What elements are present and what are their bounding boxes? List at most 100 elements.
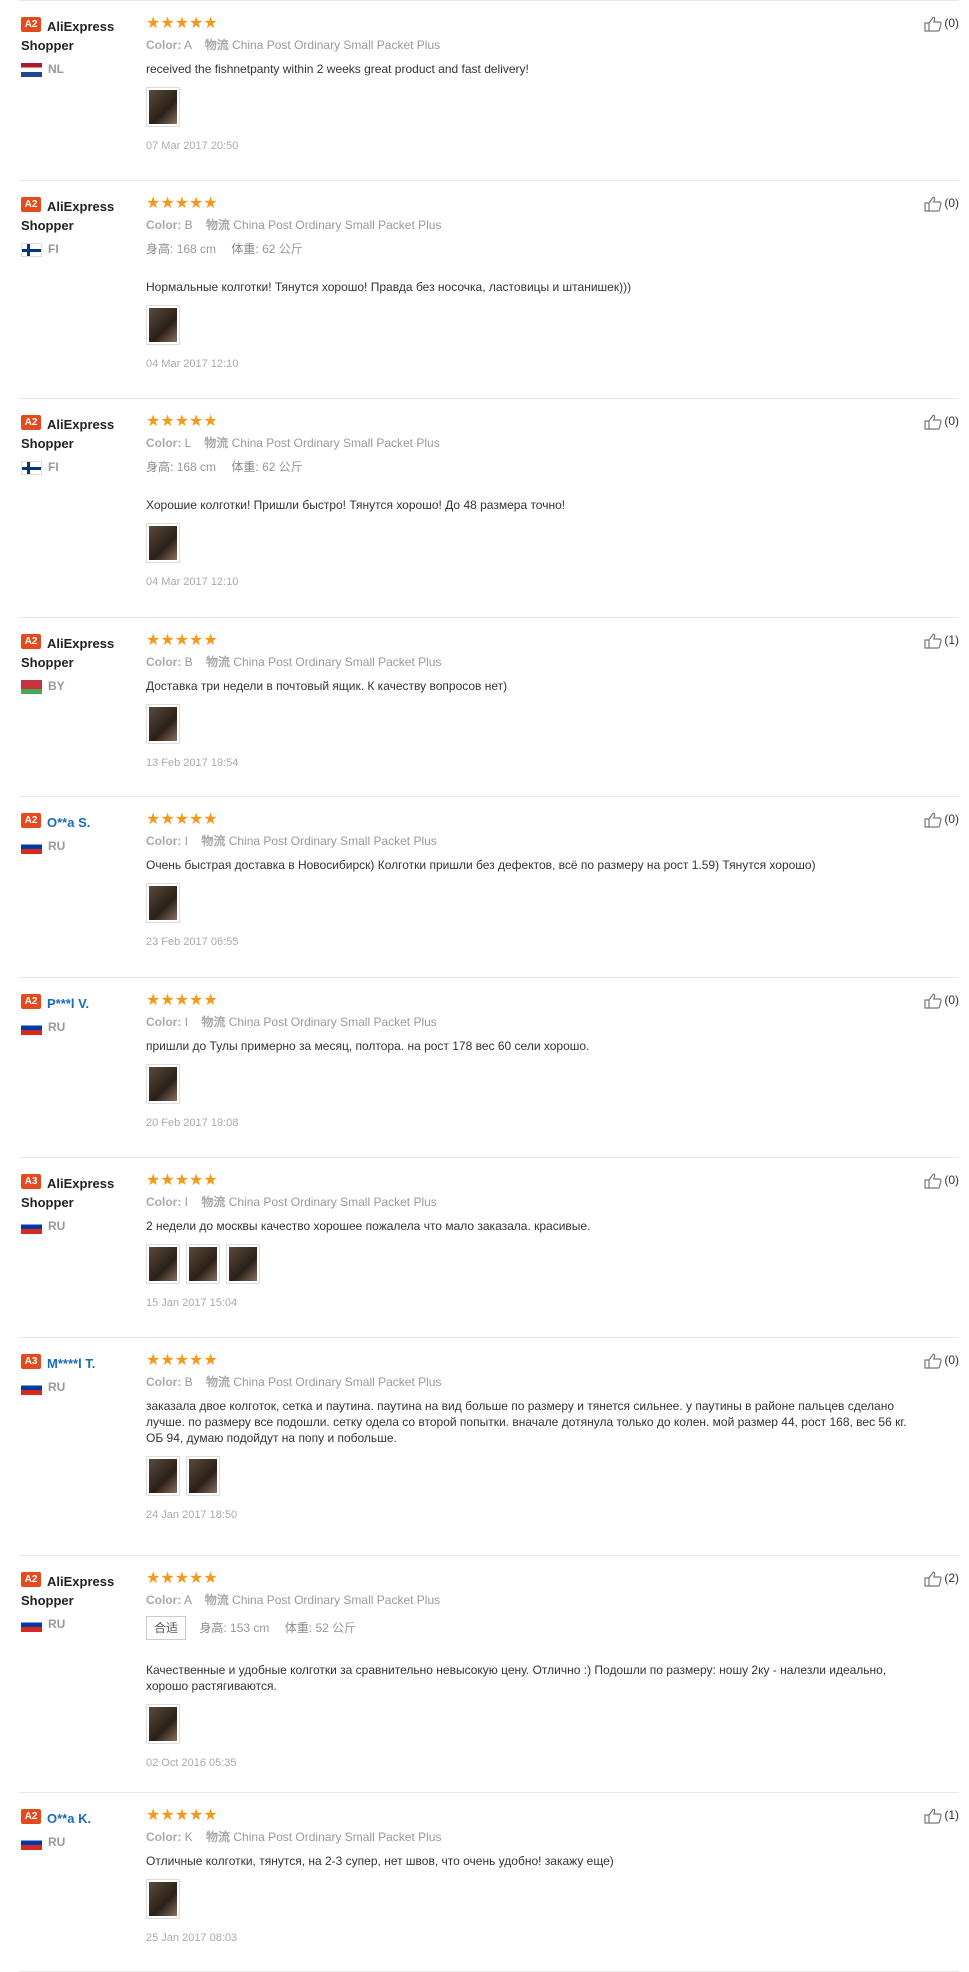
country-flag-icon: [21, 242, 42, 257]
shipping-label: 物流: [206, 655, 231, 669]
reviewer-info: A2 P***l V. RU: [21, 994, 151, 1035]
star-rating: ★★★★★: [146, 1807, 218, 1824]
review-photo-thumbnail[interactable]: [146, 1244, 180, 1284]
shipping-label: 物流: [201, 834, 226, 848]
color-value: B: [184, 1375, 193, 1389]
shipping-method: China Post Ordinary Small Packet Plus: [233, 1375, 442, 1389]
shipping-label: 物流: [206, 1375, 231, 1389]
weight-label: 体重:: [231, 242, 259, 256]
review-body: ★★★★★ Color: B 物流 China Post Ordinary Sm…: [146, 195, 926, 371]
color-label: Color:: [146, 834, 182, 848]
reviewer-info: A2 AliExpress Shopper RU: [21, 1572, 151, 1632]
country-flag-icon: [21, 1020, 42, 1035]
buyer-level-badge: A2: [21, 634, 41, 649]
helpful-button[interactable]: (0): [924, 1172, 959, 1189]
shipping-label: 物流: [201, 1195, 226, 1209]
review-body: ★★★★★ Color: I 物流 China Post Ordinary Sm…: [146, 1172, 926, 1310]
review-photos: [146, 883, 926, 925]
review-photo-thumbnail[interactable]: [146, 883, 180, 923]
color-label: Color:: [146, 436, 182, 450]
thumbs-up-icon: [924, 1353, 942, 1369]
color-label: Color:: [146, 1375, 182, 1389]
reviewer-country: BY: [21, 679, 151, 694]
star-rating: ★★★★★: [146, 15, 218, 32]
reviewer-name[interactable]: O**a K.: [47, 1811, 91, 1826]
reviewer-name[interactable]: M****l T.: [47, 1356, 95, 1371]
shipping-method: China Post Ordinary Small Packet Plus: [232, 1593, 441, 1607]
country-flag-icon: [21, 460, 42, 475]
review-photos: [146, 1879, 926, 1921]
review-photo-thumbnail[interactable]: [226, 1244, 260, 1284]
shipping-label: 物流: [204, 1593, 229, 1607]
reviewer-country: RU: [21, 1219, 151, 1234]
review-photo-thumbnail[interactable]: [146, 704, 180, 744]
height-label: 身高:: [199, 1621, 227, 1635]
shipping-label: 物流: [206, 1830, 231, 1844]
review-photo-thumbnail[interactable]: [186, 1244, 220, 1284]
reviewer-country: FI: [21, 242, 151, 257]
shipping-label: 物流: [201, 1015, 226, 1029]
review-photo-thumbnail[interactable]: [146, 1704, 180, 1744]
height-value: 168 cm: [176, 460, 217, 474]
reviewer-name[interactable]: O**a S.: [47, 815, 90, 830]
color-label: Color:: [146, 38, 182, 52]
helpful-count: (0): [944, 414, 959, 428]
buyer-level-badge: A2: [21, 197, 41, 212]
reviews-list: A2 AliExpress Shopper NL ★★★★★ Color: A 物…: [0, 0, 969, 1972]
helpful-count: (0): [944, 196, 959, 210]
weight-value: 52 公斤: [315, 1621, 357, 1635]
color-label: Color:: [146, 1015, 182, 1029]
color-value: A: [184, 1593, 192, 1607]
review-item: A2 AliExpress Shopper NL ★★★★★ Color: A 物…: [19, 0, 959, 180]
order-info: Color: K 物流 China Post Ordinary Small Pa…: [146, 1829, 926, 1845]
review-item: A2 AliExpress Shopper BY ★★★★★ Color: B 物…: [19, 617, 959, 796]
helpful-button[interactable]: (0): [924, 195, 959, 212]
thumbs-up-icon: [924, 16, 942, 32]
review-body: ★★★★★ Color: L 物流 China Post Ordinary Sm…: [146, 413, 926, 589]
helpful-button[interactable]: (0): [924, 811, 959, 828]
height-label: 身高:: [146, 242, 174, 256]
review-photo-thumbnail[interactable]: [146, 1064, 180, 1104]
helpful-count: (0): [944, 16, 959, 30]
review-photo-thumbnail[interactable]: [146, 523, 180, 563]
order-info: Color: I 物流 China Post Ordinary Small Pa…: [146, 1014, 926, 1030]
reviewer-name[interactable]: P***l V.: [47, 996, 89, 1011]
color-value: I: [184, 834, 189, 848]
order-info: Color: B 物流 China Post Ordinary Small Pa…: [146, 654, 926, 670]
color-value: A: [184, 38, 192, 52]
country-code: BY: [48, 679, 65, 693]
color-label: Color:: [146, 1593, 182, 1607]
star-rating: ★★★★★: [146, 811, 218, 828]
review-photos: [146, 523, 926, 565]
thumbs-up-icon: [924, 1173, 942, 1189]
helpful-button[interactable]: (0): [924, 1352, 959, 1369]
height-value: 168 cm: [176, 242, 217, 256]
review-photo-thumbnail[interactable]: [186, 1456, 220, 1496]
country-flag-icon: [21, 62, 42, 77]
review-photos: [146, 1704, 926, 1746]
helpful-button[interactable]: (0): [924, 15, 959, 32]
review-body: ★★★★★ Color: I 物流 China Post Ordinary Sm…: [146, 811, 926, 949]
review-photo-thumbnail[interactable]: [146, 87, 180, 127]
review-body: ★★★★★ Color: A 物流 China Post Ordinary Sm…: [146, 15, 926, 153]
review-photo-thumbnail[interactable]: [146, 1879, 180, 1919]
review-body: ★★★★★ Color: I 物流 China Post Ordinary Sm…: [146, 992, 926, 1130]
star-rating: ★★★★★: [146, 1570, 218, 1587]
review-photo-thumbnail[interactable]: [146, 305, 180, 345]
buyer-level-badge: A2: [21, 1572, 41, 1587]
helpful-button[interactable]: (0): [924, 992, 959, 1009]
helpful-button[interactable]: (1): [924, 1807, 959, 1824]
shipping-method: China Post Ordinary Small Packet Plus: [233, 655, 442, 669]
weight-label: 体重:: [284, 1621, 313, 1635]
review-photo-thumbnail[interactable]: [146, 1456, 180, 1496]
helpful-button[interactable]: (0): [924, 413, 959, 430]
helpful-button[interactable]: (1): [924, 632, 959, 649]
shipping-method: China Post Ordinary Small Packet Plus: [232, 38, 441, 52]
order-info: Color: I 物流 China Post Ordinary Small Pa…: [146, 833, 926, 849]
helpful-count: (1): [944, 1808, 959, 1822]
body-measurements: 身高: 168 cm 体重: 62 公斤: [146, 459, 926, 475]
thumbs-up-icon: [924, 993, 942, 1009]
helpful-button[interactable]: (2): [924, 1570, 959, 1587]
helpful-count: (1): [944, 633, 959, 647]
order-info: Color: B 物流 China Post Ordinary Small Pa…: [146, 1374, 926, 1390]
